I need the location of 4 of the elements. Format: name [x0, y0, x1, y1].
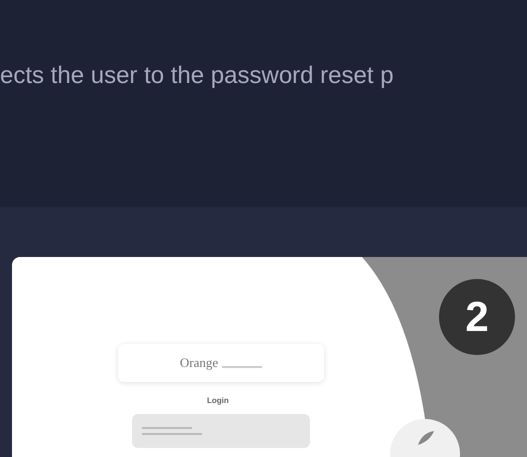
caption-text: ects the user to the password reset p: [0, 62, 394, 90]
login-heading: Login: [207, 396, 229, 405]
logo-text: Orange: [180, 355, 218, 371]
logo-tagline: [222, 366, 262, 368]
